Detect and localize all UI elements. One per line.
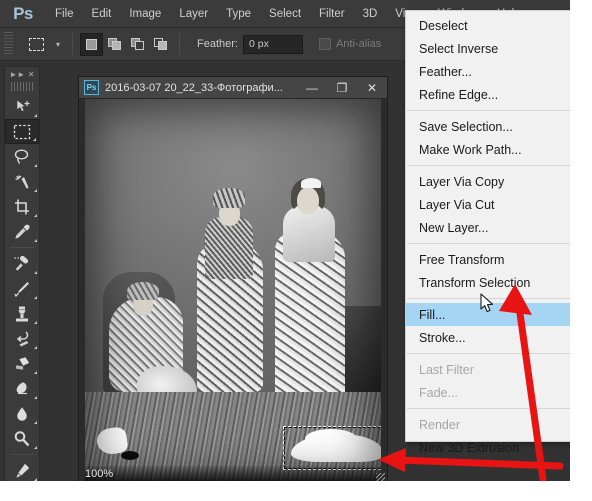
- double-chevron-icon[interactable]: ►►: [9, 70, 25, 79]
- menu-item-last-filter: Last Filter: [419, 362, 474, 377]
- menu-item-save-selection[interactable]: Save Selection...: [406, 115, 579, 138]
- menu-select[interactable]: Select: [260, 0, 310, 28]
- subtract-from-selection-button[interactable]: [126, 32, 149, 56]
- menu-item-make-work-path[interactable]: Make Work Path...: [406, 138, 579, 161]
- menu-item-select-inverse[interactable]: Select Inverse: [406, 37, 579, 60]
- rectangular-marquee-tool[interactable]: [5, 119, 39, 144]
- tools-panel: ►► ✕: [4, 66, 40, 484]
- options-bar-grip[interactable]: [4, 32, 13, 56]
- feather-input[interactable]: 0 px: [242, 34, 303, 54]
- minimize-button[interactable]: —: [297, 77, 327, 99]
- menu-separator: [407, 353, 578, 354]
- rectangular-marquee-icon[interactable]: [23, 32, 49, 56]
- document-window: Ps 2016-03-07 20_22_33-Фотографи... — ❐ …: [78, 76, 388, 484]
- menu-separator: [407, 243, 578, 244]
- feather-label: Feather:: [197, 38, 238, 50]
- zoom-level-indicator: 100%: [85, 468, 114, 480]
- menu-type[interactable]: Type: [217, 0, 260, 28]
- add-to-selection-button[interactable]: [103, 32, 126, 56]
- selection-mode-group: [80, 32, 172, 56]
- document-title: 2016-03-07 20_22_33-Фотографи...: [105, 81, 283, 94]
- menu-separator: [407, 165, 578, 166]
- document-title-bar[interactable]: Ps 2016-03-07 20_22_33-Фотографи... — ❐ …: [79, 77, 387, 99]
- close-button[interactable]: ✕: [357, 77, 387, 99]
- menu-item-transform-selection[interactable]: Transform Selection: [406, 271, 579, 294]
- eyedropper-tool[interactable]: [5, 219, 39, 244]
- select-menu-dropdown: Deselect Select Inverse Feather... Refin…: [405, 10, 580, 455]
- menu-item-deselect[interactable]: Deselect: [406, 14, 579, 37]
- menu-item-stroke[interactable]: Stroke...: [406, 326, 579, 349]
- chevron-down-icon[interactable]: ▾: [51, 33, 65, 55]
- eraser-tool[interactable]: [5, 351, 39, 376]
- menu-filter[interactable]: Filter: [310, 0, 354, 28]
- window-controls: — ❐ ✕: [297, 77, 387, 99]
- menu-image[interactable]: Image: [120, 0, 170, 28]
- move-tool[interactable]: [5, 94, 39, 119]
- close-icon[interactable]: ✕: [28, 70, 35, 79]
- pen-tool[interactable]: [5, 458, 39, 483]
- divider: [10, 454, 34, 455]
- dodge-tool[interactable]: [5, 426, 39, 451]
- menu-item-render: Render: [419, 417, 460, 432]
- menu-separator: [407, 408, 578, 409]
- menu-item-free-transform[interactable]: Free Transform: [406, 248, 579, 271]
- photoshop-screenshot: Ps File Edit Image Layer Type Select Fil…: [0, 0, 592, 501]
- document-ps-icon: Ps: [84, 80, 99, 95]
- menu-item-layer-via-cut[interactable]: Layer Via Cut: [406, 193, 579, 216]
- magic-wand-tool[interactable]: [5, 169, 39, 194]
- checkbox-box[interactable]: [318, 38, 331, 50]
- tools-panel-header: ►► ✕: [5, 67, 39, 81]
- brush-tool[interactable]: [5, 276, 39, 301]
- menu-3d[interactable]: 3D: [354, 0, 387, 28]
- menu-separator: [407, 110, 578, 111]
- crop-tool[interactable]: [5, 194, 39, 219]
- clone-stamp-tool[interactable]: [5, 301, 39, 326]
- new-selection-button[interactable]: [80, 32, 103, 56]
- photo-image: [85, 99, 381, 484]
- maximize-button[interactable]: ❐: [327, 77, 357, 99]
- menu-item-fill[interactable]: Fill...: [406, 303, 579, 326]
- divider: [72, 33, 73, 55]
- photoshop-logo: Ps: [13, 3, 33, 23]
- document-canvas[interactable]: 100%: [79, 99, 387, 484]
- menu-item-new-layer[interactable]: New Layer...: [406, 216, 579, 239]
- divider: [10, 247, 34, 248]
- divider: [179, 33, 180, 55]
- anti-alias-checkbox[interactable]: Anti-alias: [318, 38, 382, 50]
- menu-item-refine-edge[interactable]: Refine Edge...: [406, 83, 579, 106]
- menu-item-layer-via-copy[interactable]: Layer Via Copy: [406, 170, 579, 193]
- anti-alias-label: Anti-alias: [335, 38, 382, 50]
- menu-separator: [407, 298, 578, 299]
- menu-edit[interactable]: Edit: [83, 0, 121, 28]
- torn-edge-right: [570, 0, 592, 501]
- tools-panel-grip[interactable]: [11, 82, 33, 91]
- menu-item-new-3d-extrusion[interactable]: New 3D Extrusion: [406, 436, 579, 459]
- menu-item-feather[interactable]: Feather...: [406, 60, 579, 83]
- blur-tool[interactable]: [5, 401, 39, 426]
- menu-file[interactable]: File: [46, 0, 83, 28]
- gradient-tool[interactable]: [5, 376, 39, 401]
- menu-item-fade: Fade...: [419, 385, 458, 400]
- spot-healing-brush-tool[interactable]: [5, 251, 39, 276]
- history-brush-tool[interactable]: [5, 326, 39, 351]
- intersect-with-selection-button[interactable]: [149, 32, 172, 56]
- menu-layer[interactable]: Layer: [170, 0, 217, 28]
- torn-edge-bottom: [0, 481, 592, 501]
- lasso-tool[interactable]: [5, 144, 39, 169]
